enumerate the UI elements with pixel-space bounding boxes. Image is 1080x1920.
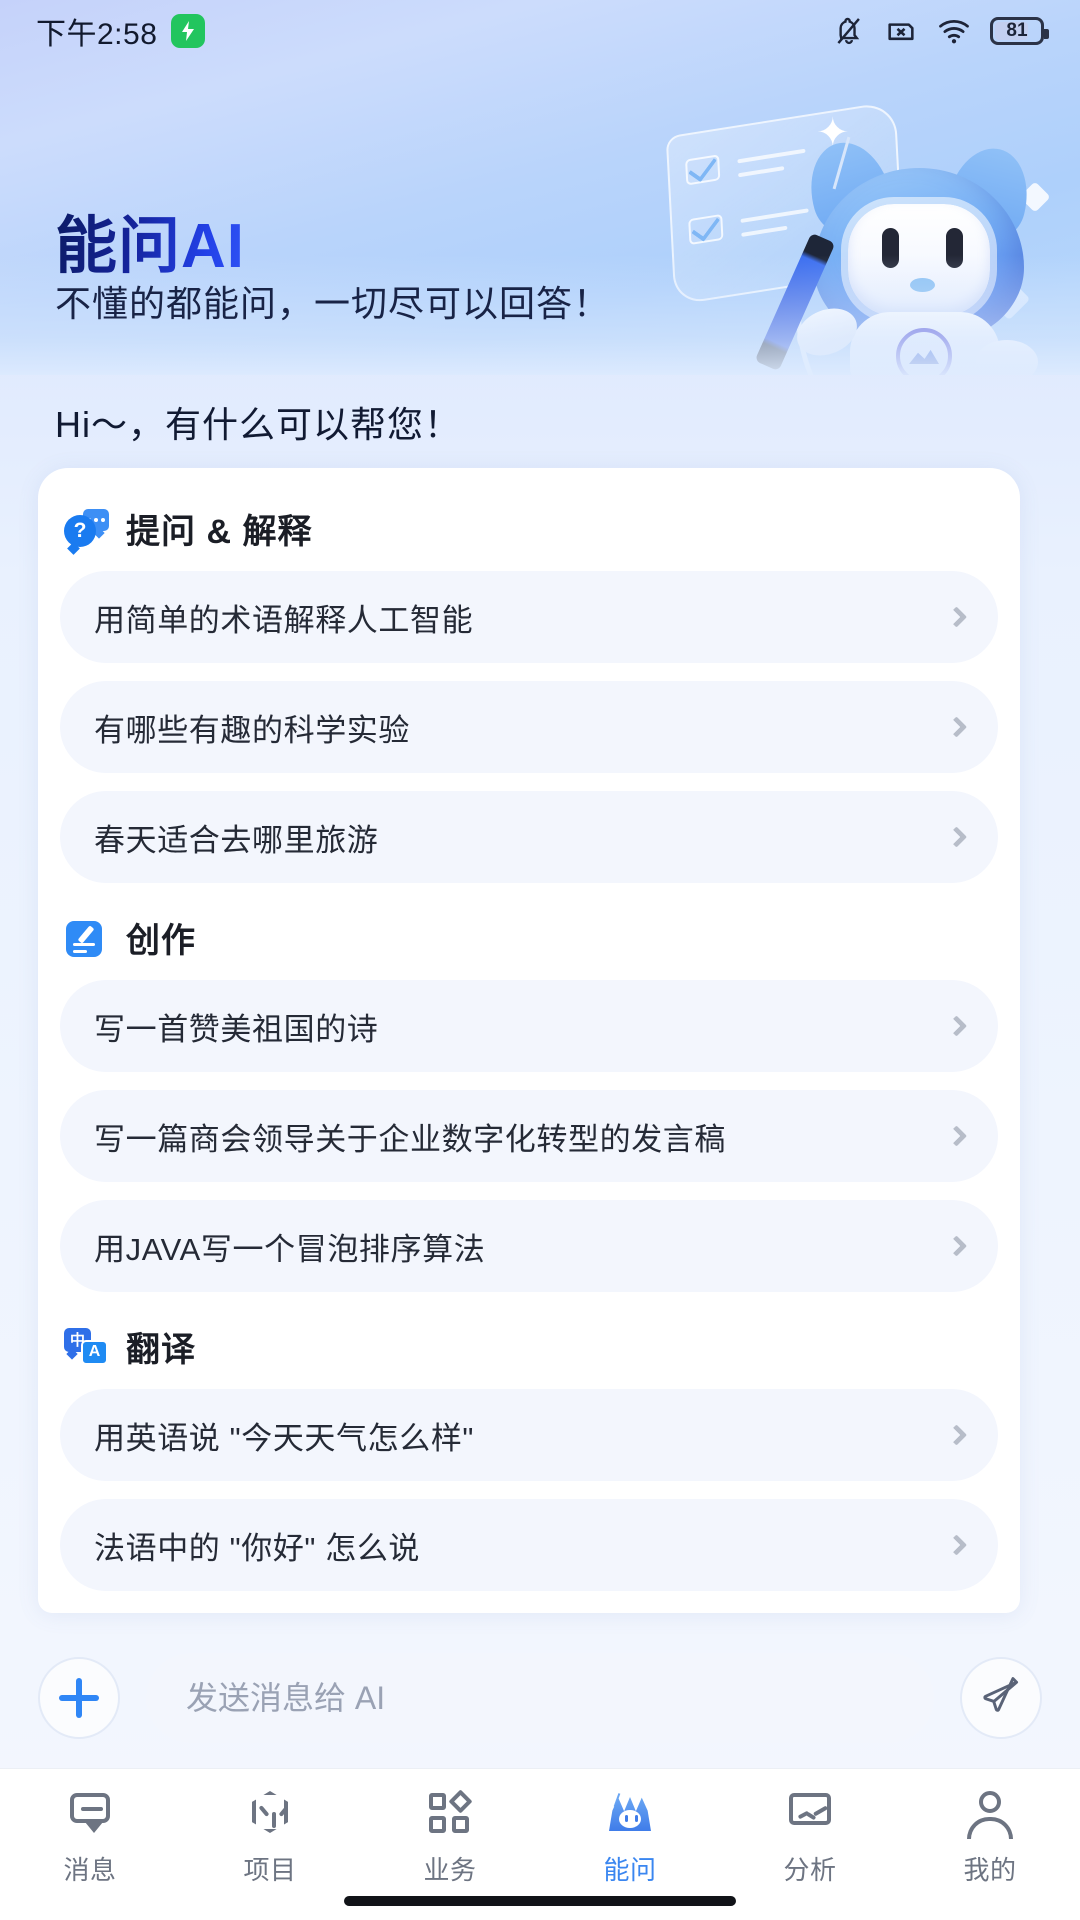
send-button[interactable] xyxy=(960,1657,1042,1739)
chevron-right-icon xyxy=(945,1424,968,1446)
nav-item-profile[interactable]: 我的 xyxy=(900,1789,1080,1887)
chevron-right-icon xyxy=(945,1125,968,1147)
app-subtitle: 不懂的都能问，一切尽可以回答！ xyxy=(55,283,611,324)
chart-monitor-icon xyxy=(785,1789,835,1837)
suggestion-item[interactable]: 法语中的 "你好" 怎么说 xyxy=(60,1499,998,1591)
grid-apps-icon xyxy=(425,1789,475,1837)
sheet-line xyxy=(740,208,809,223)
message-input-bar xyxy=(0,1628,1080,1768)
section-header-create: 创作 xyxy=(38,913,1020,962)
ai-assistant-screen: ✦ 能问AI 不懂的都能问，一切尽可以回答！ 下午2:58 81 Hi～，有什么… xyxy=(0,0,1080,1920)
suggestion-label: 法语中的 "你好" 怎么说 xyxy=(94,1530,421,1566)
suggestions-card: ? 提问 & 解释 用简单的术语解释人工智能 有哪些有趣的科学实验 春天适合去哪… xyxy=(38,468,1020,1613)
chevron-right-icon xyxy=(945,716,968,738)
message-bubble-icon xyxy=(65,1789,115,1837)
nav-label: 项目 xyxy=(243,1855,297,1885)
ai-cat-icon xyxy=(605,1789,655,1837)
sheet-line xyxy=(738,166,785,178)
suggestion-label: 春天适合去哪里旅游 xyxy=(94,822,379,858)
suggestion-item[interactable]: 用JAVA写一个冒泡排序算法 xyxy=(60,1200,998,1292)
nav-label: 业务 xyxy=(423,1855,477,1885)
battery-icon: 81 xyxy=(990,17,1049,45)
nav-item-messages[interactable]: 消息 xyxy=(0,1789,180,1887)
app-title: 能问AI xyxy=(55,195,245,285)
sheet-line xyxy=(741,225,788,237)
translate-icon: 中A xyxy=(64,1327,108,1367)
wifi-icon xyxy=(939,19,969,44)
leaf-saver-icon xyxy=(171,14,206,48)
suggestion-label: 写一首赞美祖国的诗 xyxy=(94,1011,379,1047)
add-attachment-button[interactable] xyxy=(38,1657,120,1739)
user-person-icon xyxy=(965,1789,1015,1839)
suggestion-label: 用简单的术语解释人工智能 xyxy=(94,602,474,638)
suggestion-label: 写一篇商会领导关于企业数字化转型的发言稿 xyxy=(94,1121,726,1157)
message-input[interactable] xyxy=(146,1653,934,1743)
chevron-right-icon xyxy=(945,826,968,848)
chevron-right-icon xyxy=(945,1235,968,1257)
nav-label: 我的 xyxy=(963,1855,1017,1885)
suggestion-item[interactable]: 有哪些有趣的科学实验 xyxy=(60,681,998,773)
suggestion-item[interactable]: 写一首赞美祖国的诗 xyxy=(60,980,998,1072)
suggestion-item[interactable]: 用英语说 "今天天气怎么样" xyxy=(60,1389,998,1481)
chevron-right-icon xyxy=(945,1015,968,1037)
suggestion-label: 有哪些有趣的科学实验 xyxy=(94,712,410,748)
suggestion-list-translate: 用英语说 "今天天气怎么样" 法语中的 "你好" 怎么说 xyxy=(38,1389,1020,1591)
greeting-text: Hi～，有什么可以帮您！ xyxy=(55,404,461,445)
status-bar-left: 下午2:58 xyxy=(36,9,206,53)
status-time: 下午2:58 xyxy=(36,18,158,51)
suggestion-item[interactable]: 用简单的术语解释人工智能 xyxy=(60,571,998,663)
nav-item-projects[interactable]: 项目 xyxy=(180,1789,360,1887)
cube-box-icon xyxy=(245,1789,295,1837)
suggestion-label: 用JAVA写一个冒泡排序算法 xyxy=(94,1231,486,1267)
suggestion-list-ask: 用简单的术语解释人工智能 有哪些有趣的科学实验 春天适合去哪里旅游 xyxy=(38,571,1020,883)
suggestion-label: 用英语说 "今天天气怎么样" xyxy=(94,1420,475,1456)
status-bar: 下午2:58 81 xyxy=(0,0,1080,62)
nav-label: 分析 xyxy=(783,1855,837,1885)
nav-item-analytics[interactable]: 分析 xyxy=(720,1789,900,1887)
plus-icon xyxy=(58,1677,100,1719)
suggestion-list-create: 写一首赞美祖国的诗 写一篇商会领导关于企业数字化转型的发言稿 用JAVA写一个冒… xyxy=(38,980,1020,1292)
home-indicator xyxy=(344,1896,736,1906)
question-bubble-icon: ? xyxy=(64,508,109,549)
status-bar-right: 81 xyxy=(832,14,1049,48)
edit-note-icon xyxy=(64,918,108,958)
nav-item-business[interactable]: 业务 xyxy=(360,1789,540,1887)
section-title: 翻译 xyxy=(126,1331,196,1369)
nav-item-ai-ask[interactable]: 能问 xyxy=(540,1789,720,1887)
suggestion-item[interactable]: 写一篇商会领导关于企业数字化转型的发言稿 xyxy=(60,1090,998,1182)
section-title: 创作 xyxy=(126,922,196,960)
section-header-ask: ? 提问 & 解释 xyxy=(38,504,1020,553)
nav-label: 消息 xyxy=(63,1855,117,1885)
bell-muted-icon xyxy=(837,17,860,45)
sheet-line xyxy=(737,148,806,164)
chevron-right-icon xyxy=(945,1534,968,1556)
sim-x-icon xyxy=(888,23,914,41)
section-title: 提问 & 解释 xyxy=(126,513,313,551)
battery-percent: 81 xyxy=(1006,20,1028,41)
chevron-right-icon xyxy=(945,606,968,628)
suggestion-item[interactable]: 春天适合去哪里旅游 xyxy=(60,791,998,883)
nav-label: 能问 xyxy=(603,1855,657,1885)
section-header-translate: 中A 翻译 xyxy=(38,1322,1020,1371)
send-paper-plane-icon xyxy=(983,1677,1019,1712)
